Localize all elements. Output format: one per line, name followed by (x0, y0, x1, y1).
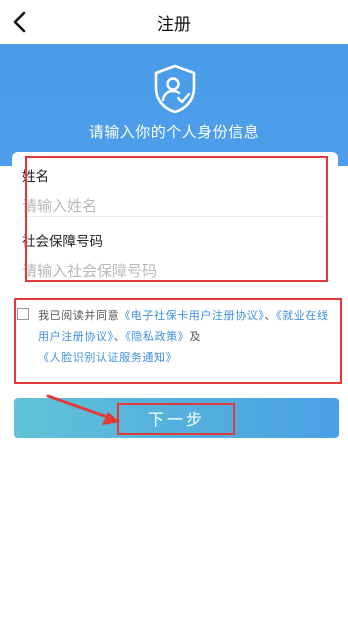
register-page: 注册 请输入你的个人身份信息 姓名 社会保障号码 我已阅读并同意《电子社保卡用户… (0, 0, 348, 621)
page-title: 注册 (157, 15, 191, 35)
banner-title: 请输入你的个人身份信息 (88, 123, 260, 141)
form-highlight-box (25, 156, 328, 282)
shield-user-check-icon (154, 64, 196, 114)
next-button-highlight-box (117, 403, 235, 435)
annotation-arrow-icon (46, 394, 120, 425)
identity-banner: 请输入你的个人身份信息 (0, 44, 348, 166)
agreement-highlight-box (14, 298, 342, 384)
nav-bar: 注册 (0, 0, 348, 44)
